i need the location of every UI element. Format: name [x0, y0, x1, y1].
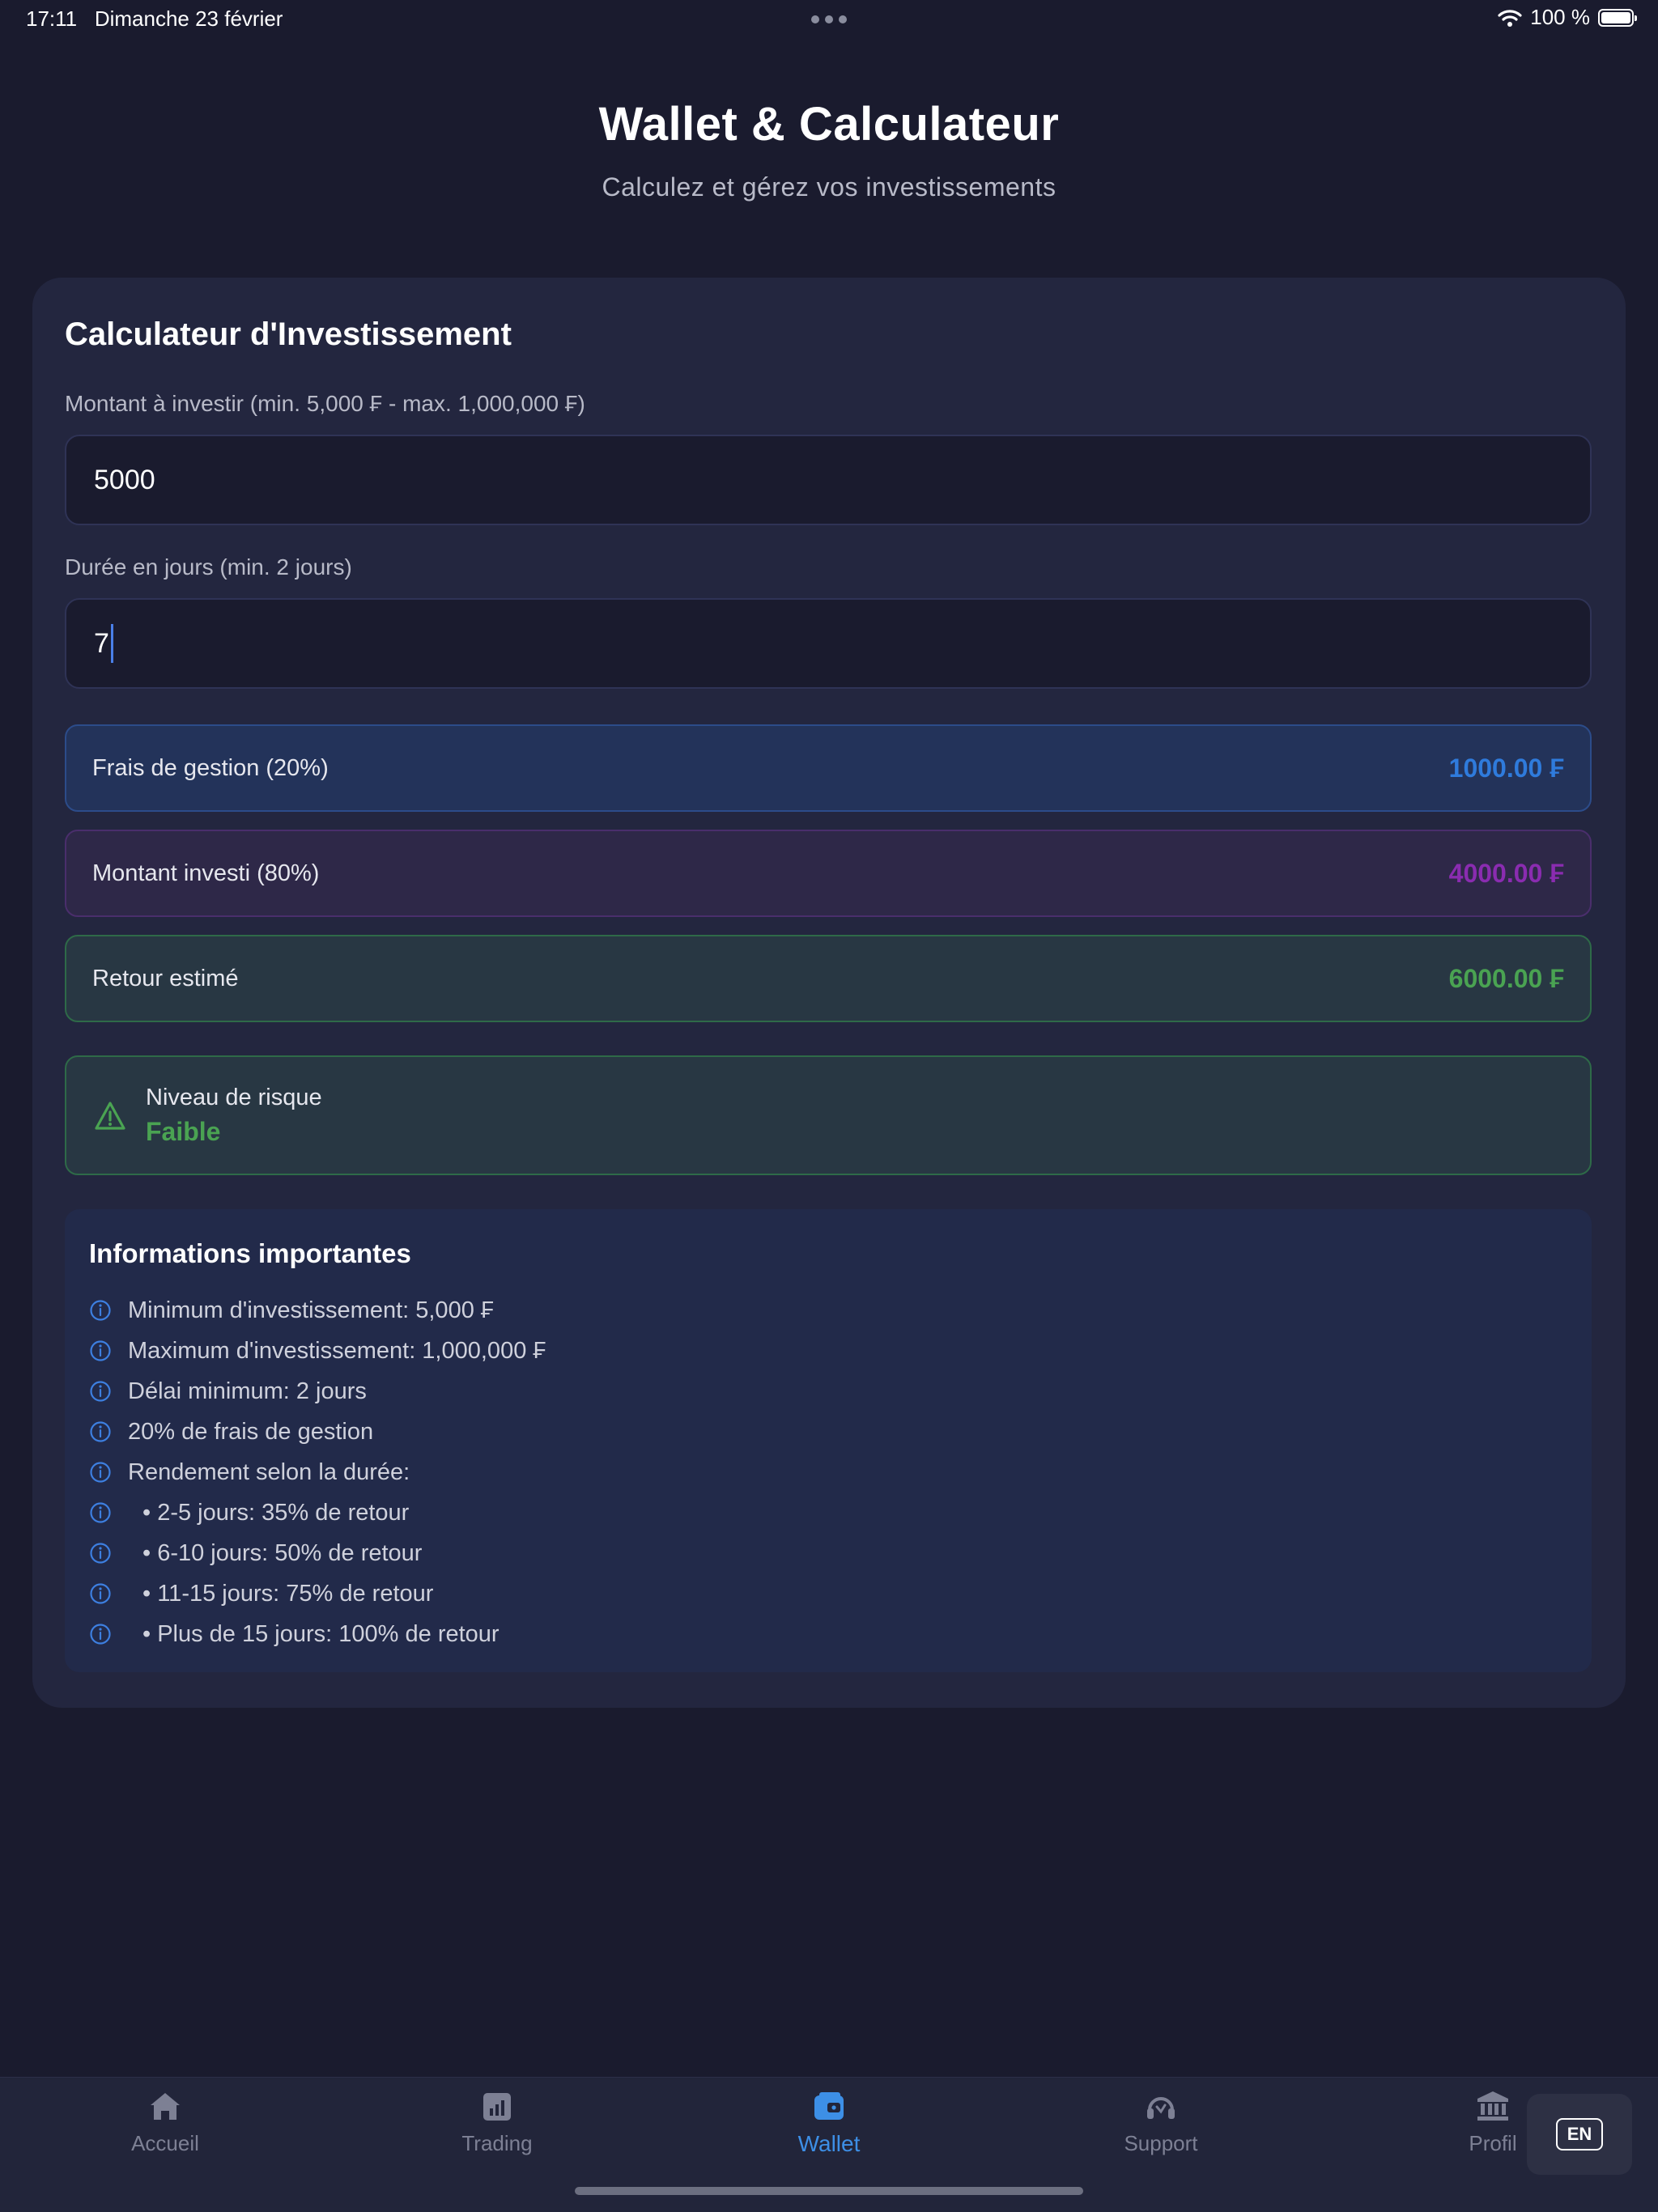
tab-wallet[interactable]: Wallet	[748, 2078, 910, 2157]
fees-row: Frais de gestion (20%) 1000.00 ₣	[65, 724, 1592, 812]
invested-label: Montant investi (80%)	[92, 860, 320, 886]
invested-row: Montant investi (80%) 4000.00 ₣	[65, 830, 1592, 917]
wifi-icon	[1498, 9, 1522, 27]
home-indicator[interactable]	[575, 2187, 1083, 2195]
tab-trading[interactable]: Trading	[416, 2078, 578, 2156]
bank-icon	[1477, 2091, 1508, 2121]
info-item: 20% de frais de gestion	[89, 1412, 546, 1452]
info-circle-icon	[90, 1502, 111, 1523]
fees-label: Frais de gestion (20%)	[92, 754, 329, 781]
invested-value: 4000.00 ₣	[1448, 858, 1564, 888]
tab-accueil[interactable]: Accueil	[84, 2078, 246, 2156]
risk-value: Faible	[146, 1117, 221, 1146]
return-value: 6000.00 ₣	[1448, 963, 1564, 993]
info-item: Rendement selon la durée:	[89, 1452, 546, 1492]
text-cursor	[110, 624, 113, 663]
calculator-card: Calculateur d'Investissement Montant à i…	[32, 278, 1626, 1708]
status-date: Dimanche 23 février	[94, 6, 283, 31]
return-row: Retour estimé 6000.00 ₣	[65, 935, 1592, 1022]
tab-support[interactable]: Support	[1080, 2078, 1242, 2156]
calculator-title: Calculateur d'Investissement	[65, 316, 512, 352]
duration-input-value: 7	[94, 627, 109, 659]
warning-triangle-icon	[95, 1102, 125, 1130]
wallet-icon	[814, 2092, 844, 2120]
info-item: Maximum d'investissement: 1,000,000 ₣	[89, 1331, 546, 1371]
risk-box: Niveau de risque Faible	[65, 1055, 1592, 1175]
info-item: • 6-10 jours: 50% de retour	[89, 1533, 546, 1573]
info-circle-icon	[90, 1543, 111, 1564]
page-title: Wallet & Calculateur	[598, 98, 1060, 151]
info-circle-icon	[90, 1381, 111, 1402]
info-circle-icon	[90, 1421, 111, 1442]
home-icon	[151, 2093, 180, 2120]
status-bar: 17:11 Dimanche 23 février 100 %	[0, 0, 1658, 39]
info-item: • 11-15 jours: 75% de retour	[89, 1573, 546, 1614]
info-item: Minimum d'investissement: 5,000 ₣	[89, 1290, 546, 1331]
important-info-panel: Informations importantes Minimum d'inves…	[65, 1209, 1592, 1672]
info-item: • Plus de 15 jours: 100% de retour	[89, 1614, 546, 1654]
info-circle-icon	[90, 1462, 111, 1483]
info-title: Informations importantes	[89, 1238, 411, 1268]
headset-icon	[1147, 2097, 1175, 2119]
chart-icon	[483, 2093, 511, 2121]
info-item: Délai minimum: 2 jours	[89, 1371, 546, 1412]
multitasking-dots-icon[interactable]	[811, 15, 847, 23]
risk-label: Niveau de risque	[146, 1085, 322, 1110]
page-header: Wallet & Calculateur Calculez et gérez v…	[0, 97, 1658, 202]
status-time: 17:11 Dimanche 23 février	[26, 6, 283, 31]
amount-input-value: 5000	[94, 464, 155, 495]
duration-input[interactable]: 7	[65, 598, 1592, 689]
language-label: EN	[1556, 2118, 1603, 2150]
info-circle-icon	[90, 1583, 111, 1604]
info-list: Minimum d'investissement: 5,000 ₣ Maximu…	[89, 1290, 546, 1654]
fees-value: 1000.00 ₣	[1448, 753, 1564, 783]
language-button[interactable]: EN	[1527, 2094, 1632, 2175]
info-circle-icon	[90, 1340, 111, 1361]
status-indicators: 100 %	[1498, 5, 1637, 30]
info-item: • 2-5 jours: 35% de retour	[89, 1492, 546, 1533]
info-circle-icon	[90, 1300, 111, 1321]
info-circle-icon	[90, 1624, 111, 1645]
amount-input[interactable]: 5000	[65, 435, 1592, 525]
duration-label: Durée en jours (min. 2 jours)	[65, 554, 352, 580]
return-label: Retour estimé	[92, 965, 239, 991]
page-subtitle: Calculez et gérez vos investissements	[602, 172, 1056, 202]
battery-percentage: 100 %	[1530, 5, 1590, 29]
battery-icon	[1598, 8, 1637, 27]
amount-label: Montant à investir (min. 5,000 ₣ - max. …	[65, 391, 585, 416]
